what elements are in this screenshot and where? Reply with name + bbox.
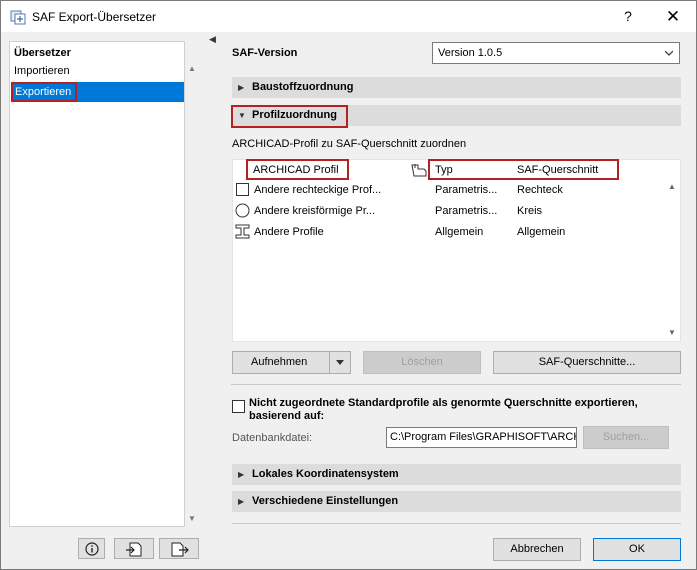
row-profile-type: Parametris...: [435, 205, 498, 217]
help-button[interactable]: ?: [606, 1, 650, 32]
profile-mapping-table: ARCHICAD Profil Typ SAF-Querschnitt Ande…: [232, 159, 681, 342]
section-misc-title: Verschiedene Einstellungen: [252, 495, 399, 507]
database-file-field[interactable]: C:\Program Files\GRAPHISOFT\ARCHICAD: [386, 427, 577, 448]
highlight-box-type-saf-columns: [428, 159, 619, 180]
window-title: SAF Export-Übersetzer: [32, 10, 157, 24]
row-profile-name: Andere Profile: [254, 226, 324, 238]
export-standard-profiles-checkbox[interactable]: [232, 400, 245, 413]
chevron-down-icon: [336, 360, 344, 365]
export-standard-profiles-label-line2: basierend auf:: [249, 410, 325, 422]
saf-sections-button[interactable]: SAF-Querschnitte...: [493, 351, 681, 374]
export-standard-profiles-label-line1: Nicht zugeordnete Standardprofile als ge…: [249, 397, 638, 409]
row-saf-section: Rechteck: [517, 184, 563, 196]
section-material-mapping[interactable]: ▶ Baustoffzuordnung: [232, 77, 681, 98]
translator-list: Übersetzer Importieren Exportieren ▲ ▼: [9, 41, 196, 527]
export-translator-button[interactable]: [159, 538, 199, 559]
sidebar-item-export[interactable]: Exportieren: [11, 82, 77, 102]
circle-profile-icon: [235, 203, 250, 218]
delete-button[interactable]: Löschen: [363, 351, 481, 374]
section-material-title: Baustoffzuordnung: [252, 81, 354, 93]
saf-version-value: Version 1.0.5: [438, 47, 503, 59]
scroll-up-icon[interactable]: ▲: [188, 64, 196, 73]
table-scroll-down-icon[interactable]: ▼: [668, 328, 676, 337]
database-file-label: Datenbankdatei:: [232, 432, 313, 444]
dialog-window: SAF Export-Übersetzer ? ✕ Übersetzer Imp…: [0, 0, 697, 570]
import-translator-button[interactable]: [114, 538, 154, 559]
row-saf-section: Allgemein: [517, 226, 566, 238]
close-button[interactable]: ✕: [651, 1, 695, 32]
add-button[interactable]: Aufnehmen: [232, 351, 330, 374]
chevron-down-icon: [665, 50, 673, 56]
section-coordinates-title: Lokales Koordinatensystem: [252, 468, 399, 480]
profile-mapping-description: ARCHICAD-Profil zu SAF-Querschnitt zuord…: [232, 138, 467, 150]
title-bar: SAF Export-Übersetzer ? ✕: [1, 1, 696, 32]
expand-arrow-icon: ▶: [238, 83, 245, 92]
highlight-box-archicad-column: [246, 159, 349, 180]
section-local-coordinate-system[interactable]: ▶ Lokales Koordinatensystem: [232, 464, 681, 485]
footer-separator: [232, 523, 681, 524]
export-file-icon: [171, 542, 189, 557]
import-file-icon: [126, 542, 142, 557]
divider: [231, 384, 681, 385]
info-button[interactable]: [78, 538, 105, 559]
expand-arrow-icon: ▶: [238, 470, 245, 479]
profile-filter-icon[interactable]: [411, 163, 427, 177]
collapse-panel-icon[interactable]: ◀: [209, 34, 216, 45]
rectangle-profile-icon: [236, 183, 249, 196]
saf-version-select[interactable]: Version 1.0.5: [432, 42, 680, 64]
info-icon: [85, 542, 99, 556]
section-misc-settings[interactable]: ▶ Verschiedene Einstellungen: [232, 491, 681, 512]
app-icon: [10, 10, 26, 25]
translator-list-header: Übersetzer: [14, 47, 71, 59]
search-button[interactable]: Suchen...: [583, 426, 669, 449]
sidebar-item-import[interactable]: Importieren: [10, 61, 184, 81]
row-profile-type: Allgemein: [435, 226, 484, 238]
row-saf-section: Kreis: [517, 205, 543, 217]
row-profile-type: Parametris...: [435, 184, 498, 196]
add-dropdown-button[interactable]: [329, 351, 351, 374]
highlight-box-profile: [231, 105, 348, 128]
scroll-down-icon[interactable]: ▼: [188, 514, 196, 523]
expand-arrow-icon: ▶: [238, 497, 245, 506]
table-scroll-up-icon[interactable]: ▲: [668, 182, 676, 191]
ok-button[interactable]: OK: [593, 538, 681, 561]
row-profile-name: Andere kreisförmige Pr...: [254, 205, 376, 217]
saf-version-label: SAF-Version: [232, 47, 298, 59]
i-beam-profile-icon: [235, 224, 250, 239]
cancel-button[interactable]: Abbrechen: [493, 538, 581, 561]
row-profile-name: Andere rechteckige Prof...: [254, 184, 382, 196]
